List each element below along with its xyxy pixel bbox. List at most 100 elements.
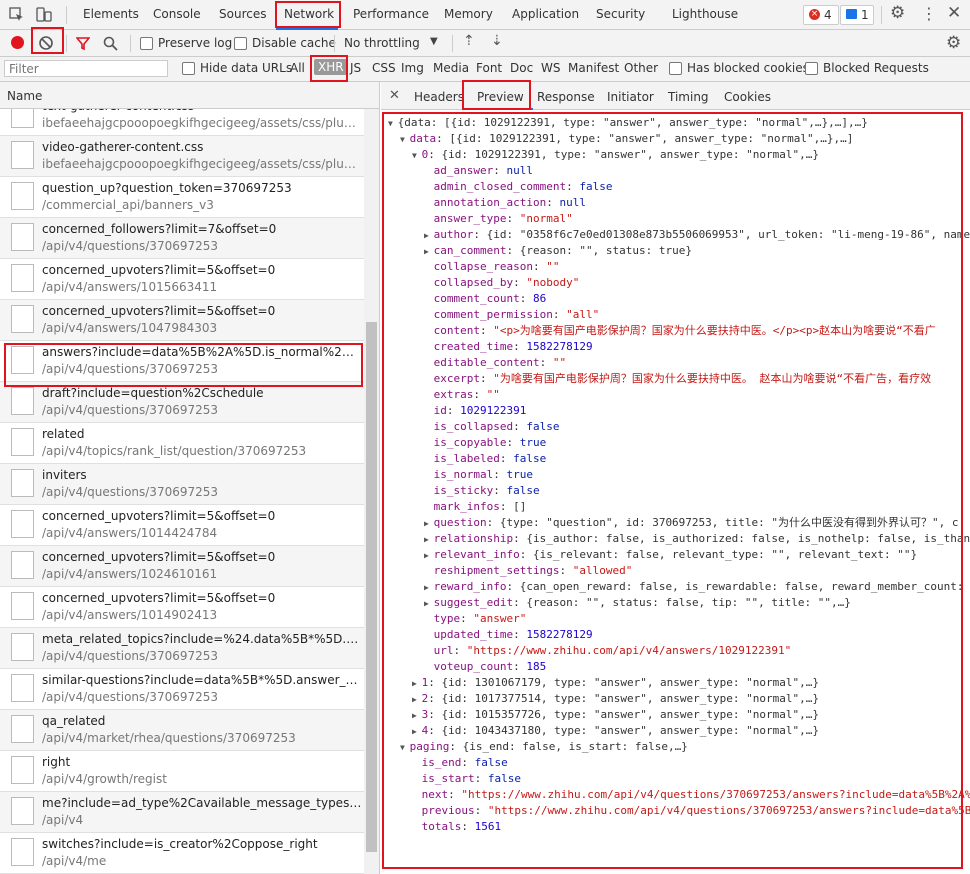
collapsed-triangle-icon[interactable]: ▶ (412, 679, 422, 688)
request-row[interactable]: similar-questions?include=data%5B*%5D.an… (0, 669, 364, 710)
type-filter-manifest[interactable]: Manifest (568, 61, 619, 75)
request-row[interactable]: text-gatherer-content.css ibefaeehajgcpoo… (0, 109, 364, 136)
request-row[interactable]: concerned_upvoters?limit=5&offset=0/api/… (0, 546, 364, 587)
json-line[interactable]: ▼ 0: {id: 1029122391, type: "answer", an… (412, 147, 819, 163)
type-filter-xhr[interactable]: XHR (314, 59, 348, 75)
expanded-triangle-icon[interactable]: ▼ (388, 119, 398, 128)
hide-data-urls-checkbox[interactable] (182, 62, 195, 75)
request-list-scrollbar[interactable] (364, 109, 379, 874)
tab-timing[interactable]: Timing (668, 90, 709, 104)
type-filter-ws[interactable]: WS (541, 61, 560, 75)
json-line[interactable]: ▶ author: {id: "0358f6c7e0ed01308e873b55… (424, 227, 970, 243)
blocked-requests-checkbox[interactable] (805, 62, 818, 75)
expanded-triangle-icon[interactable]: ▼ (412, 151, 422, 160)
has-blocked-cookies-checkbox[interactable] (669, 62, 682, 75)
type-filter-all[interactable]: All (290, 61, 305, 75)
json-line[interactable]: ▶ 1: {id: 1301067179, type: "answer", an… (412, 675, 819, 691)
collapsed-triangle-icon[interactable]: ▶ (412, 695, 422, 704)
tab-network[interactable]: Network (284, 7, 334, 21)
tab-application[interactable]: Application (512, 7, 579, 21)
disable-cache-checkbox[interactable] (234, 37, 247, 50)
request-row[interactable]: concerned_upvoters?limit=5&offset=0/api/… (0, 587, 364, 628)
request-row[interactable]: draft?include=question%2Cschedule/api/v4… (0, 382, 364, 423)
request-row[interactable]: related/api/v4/topics/rank_list/question… (0, 423, 364, 464)
name-column-header[interactable]: Name (0, 82, 379, 109)
scrollbar-thumb[interactable] (366, 322, 377, 852)
json-line[interactable]: ▶ relevant_info: {is_relevant: false, re… (424, 547, 917, 563)
type-filter-img[interactable]: Img (401, 61, 424, 75)
search-icon[interactable] (103, 36, 118, 51)
expanded-triangle-icon[interactable]: ▼ (400, 743, 410, 752)
request-row[interactable]: question_up?question_token=370697253/com… (0, 177, 364, 218)
tab-lighthouse[interactable]: Lighthouse (672, 7, 738, 21)
request-row[interactable]: meta_related_topics?include=%24.data%5B*… (0, 628, 364, 669)
collapsed-triangle-icon[interactable]: ▶ (424, 519, 434, 528)
device-toolbar-icon[interactable] (35, 6, 53, 24)
type-filter-css[interactable]: CSS (372, 61, 396, 75)
tab-performance[interactable]: Performance (353, 7, 429, 21)
record-icon[interactable] (11, 36, 24, 49)
collapsed-triangle-icon[interactable]: ▶ (412, 727, 422, 736)
json-line[interactable]: ▶ relationship: {is_author: false, is_au… (424, 531, 970, 547)
collapsed-triangle-icon[interactable]: ▶ (424, 535, 434, 544)
more-options-icon[interactable]: ⋮ (921, 4, 937, 23)
json-line[interactable]: ▶ suggest_edit: {reason: "", status: fal… (424, 595, 851, 611)
json-line[interactable]: ▼ paging: {is_end: false, is_start: fals… (400, 739, 688, 755)
message-counter[interactable]: 1 (840, 5, 874, 25)
json-line[interactable]: ▶ 4: {id: 1043437180, type: "answer", an… (412, 723, 819, 739)
error-counter[interactable]: × 4 (803, 5, 839, 25)
request-row[interactable]: answers?include=data%5B%2A%5D.is_normal%… (0, 341, 364, 382)
tab-preview[interactable]: Preview (477, 90, 524, 104)
tab-initiator[interactable]: Initiator (607, 90, 654, 104)
request-row[interactable]: concerned_upvoters?limit=5&offset=0/api/… (0, 259, 364, 300)
chevron-down-icon[interactable]: ▼ (430, 36, 438, 47)
tab-memory[interactable]: Memory (444, 7, 493, 21)
request-row[interactable]: me?include=ad_type%2Cavailable_message_t… (0, 792, 364, 833)
collapsed-triangle-icon[interactable]: ▶ (424, 599, 434, 608)
type-filter-font[interactable]: Font (476, 61, 502, 75)
tab-elements[interactable]: Elements (83, 7, 139, 21)
collapsed-triangle-icon[interactable]: ▶ (424, 247, 434, 256)
type-filter-doc[interactable]: Doc (510, 61, 533, 75)
preserve-log-checkbox[interactable] (140, 37, 153, 50)
type-filter-media[interactable]: Media (433, 61, 469, 75)
collapsed-triangle-icon[interactable]: ▶ (424, 551, 434, 560)
request-row[interactable]: qa_related/api/v4/market/rhea/questions/… (0, 710, 364, 751)
json-line[interactable]: ▶ 2: {id: 1017377514, type: "answer", an… (412, 691, 819, 707)
json-line[interactable]: ▼ data: [{id: 1029122391, type: "answer"… (400, 131, 853, 147)
collapsed-triangle-icon[interactable]: ▶ (424, 231, 434, 240)
request-row[interactable]: switches?include=is_creator%2Coppose_rig… (0, 833, 364, 874)
json-line[interactable]: ▶ question: {type: "question", id: 37069… (424, 515, 959, 531)
tab-response[interactable]: Response (537, 90, 595, 104)
inspect-element-icon[interactable] (9, 7, 25, 23)
json-line[interactable]: ▼ {data: [{id: 1029122391, type: "answer… (388, 115, 868, 131)
tab-security[interactable]: Security (596, 7, 645, 21)
request-row[interactable]: video-gatherer-content.css ibefaeehajgcpo… (0, 136, 364, 177)
json-line[interactable]: ▶ can_comment: {reason: "", status: true… (424, 243, 692, 259)
json-line[interactable]: ▶ reward_info: {can_open_reward: false, … (424, 579, 970, 595)
tab-sources[interactable]: Sources (219, 7, 266, 21)
collapsed-triangle-icon[interactable]: ▶ (412, 711, 422, 720)
request-row[interactable]: concerned_upvoters?limit=5&offset=0/api/… (0, 505, 364, 546)
throttling-select[interactable]: No throttling (344, 36, 420, 50)
tab-headers[interactable]: Headers (414, 90, 464, 104)
close-detail-icon[interactable]: ✕ (389, 88, 400, 103)
collapsed-triangle-icon[interactable]: ▶ (424, 583, 434, 592)
settings-gear-icon[interactable]: ⚙ (890, 3, 905, 23)
json-line[interactable]: ▶ 3: {id: 1015357726, type: "answer", an… (412, 707, 819, 723)
close-devtools-icon[interactable]: ✕ (947, 3, 961, 23)
request-row[interactable]: inviters/api/v4/questions/370697253 (0, 464, 364, 505)
type-filter-js[interactable]: JS (350, 61, 361, 75)
type-filter-other[interactable]: Other (624, 61, 658, 75)
tab-console[interactable]: Console (153, 7, 201, 21)
filter-input[interactable] (4, 60, 168, 77)
request-row[interactable]: concerned_upvoters?limit=5&offset=0/api/… (0, 300, 364, 341)
import-har-icon[interactable]: ⇡ (463, 33, 475, 49)
request-row[interactable]: right/api/v4/growth/regist (0, 751, 364, 792)
network-settings-gear-icon[interactable]: ⚙ (946, 33, 961, 53)
request-row[interactable]: concerned_followers?limit=7&offset=0/api… (0, 218, 364, 259)
filter-icon[interactable] (76, 36, 90, 50)
tab-cookies[interactable]: Cookies (724, 90, 771, 104)
clear-icon[interactable] (38, 35, 54, 51)
export-har-icon[interactable]: ⇣ (491, 33, 503, 49)
